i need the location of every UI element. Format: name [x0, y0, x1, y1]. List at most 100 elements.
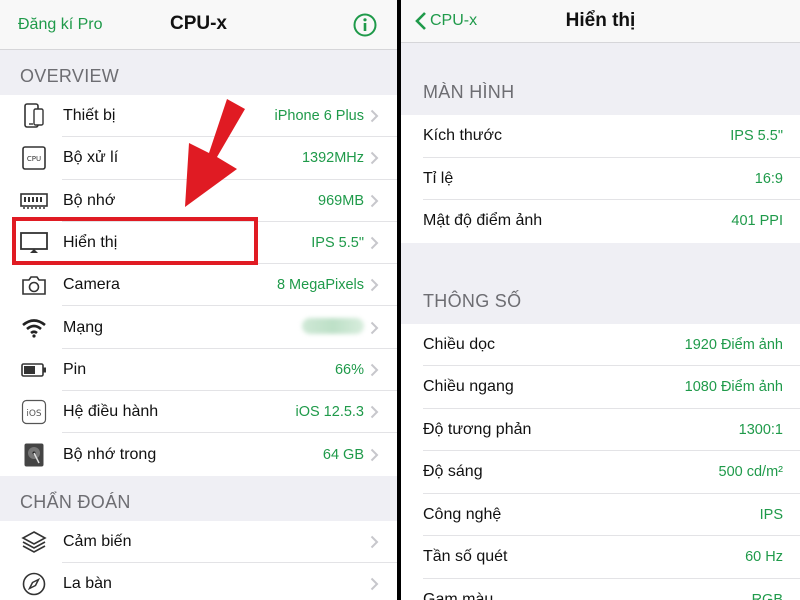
list-item-value: IPS 5.5" [730, 128, 783, 145]
display-icon [20, 229, 48, 257]
list-item-value-blurred [302, 317, 364, 338]
wifi-icon [20, 314, 48, 342]
list-item-label: Độ sáng [423, 463, 483, 481]
list-item-label: Bộ xử lí [63, 149, 119, 167]
camera-icon [20, 271, 48, 299]
list-item-camera[interactable]: Camera 8 MegaPixels [0, 264, 397, 307]
list-item-value: 1920 Điểm ảnh [684, 336, 783, 353]
list-item-ratio: Tỉ lệ 16:9 [401, 157, 800, 200]
layers-icon [20, 528, 48, 556]
battery-icon [20, 356, 48, 384]
list-item-label: Cảm biến [63, 532, 132, 550]
list-item-network[interactable]: Mạng [0, 306, 397, 350]
diagnostics-list: Cảm biến La bàn [0, 520, 397, 600]
list-item-value: 8 MegaPixels [276, 277, 364, 294]
chevron-right-icon [370, 448, 379, 461]
list-item-value: iPhone 6 Plus [274, 108, 364, 125]
page-title: CPU-x [169, 13, 227, 34]
list-item-label: Bộ nhớ trong [63, 445, 157, 463]
svg-text:iOS: iOS [26, 409, 42, 419]
list-item-value: 1080 Điểm ảnh [684, 379, 783, 396]
list-item-refresh-rate: Tần số quét 60 Hz [401, 536, 800, 579]
info-icon[interactable] [353, 13, 377, 37]
list-item-label: Công nghệ [423, 505, 502, 523]
list-item-label: Bộ nhớ [63, 191, 116, 209]
section-header-overview: OVERVIEW [0, 50, 397, 95]
list-item-size: Kích thước IPS 5.5" [401, 115, 800, 158]
overview-list: Thiết bị iPhone 6 Plus CPU Bộ xử lí 1392… [0, 95, 397, 476]
ios-icon: iOS [20, 398, 48, 426]
list-item-label: Tần số quét [423, 548, 508, 566]
screen-list: Kích thước IPS 5.5" Tỉ lệ 16:9 Mật độ đi… [401, 115, 800, 243]
list-item-label: Mạng [63, 318, 104, 336]
chevron-right-icon [370, 406, 379, 419]
memory-icon [20, 187, 48, 215]
list-item-label: Tỉ lệ [423, 169, 454, 187]
list-item-value: 60 Hz [745, 549, 783, 566]
chevron-right-icon [370, 535, 379, 549]
list-item-value: IPS [759, 506, 783, 523]
list-item-processor[interactable]: CPU Bộ xử lí 1392MHz [0, 137, 397, 180]
chevron-right-icon [370, 363, 379, 377]
list-item-height: Chiều dọc 1920 Điểm ảnh [401, 323, 800, 366]
list-item-sensors[interactable]: Cảm biến [0, 520, 397, 564]
list-item-value: 401 PPI [731, 213, 783, 230]
redacted-value [302, 317, 364, 334]
list-item-label: Độ tương phản [423, 420, 532, 438]
list-item-value: 969MB [318, 192, 364, 209]
list-item-value: 66% [334, 361, 364, 378]
list-item-value: 64 GB [322, 446, 364, 463]
chevron-right-icon [370, 152, 379, 165]
list-item-label: Pin [63, 360, 87, 378]
list-item-label: Chiều dọc [423, 335, 496, 353]
section-header-screen: MÀN HÌNH [401, 43, 800, 115]
list-item-pixel-density: Mật độ điểm ảnh 401 PPI [401, 200, 800, 243]
nav-bar: CPU-x Hiển thị [401, 0, 800, 43]
list-item-contrast: Độ tương phản 1300:1 [401, 408, 800, 451]
chevron-right-icon [370, 321, 379, 334]
list-item-value: RGB [751, 591, 783, 600]
disk-icon [20, 441, 48, 469]
list-item-label: Chiều ngang [423, 378, 514, 396]
chevron-right-icon [370, 577, 379, 591]
list-item-display[interactable]: Hiển thị IPS 5.5" [0, 221, 397, 265]
list-item-value: 16:9 [754, 170, 783, 187]
chevron-right-icon [370, 279, 379, 292]
specs-list: Chiều dọc 1920 Điểm ảnh Chiều ngang 1080… [401, 323, 800, 600]
list-item-brightness: Độ sáng 500 cd/m² [401, 451, 800, 494]
list-item-memory[interactable]: Bộ nhớ 969MB [0, 179, 397, 223]
nav-bar: Đăng kí Pro CPU-x [0, 0, 397, 50]
svg-text:CPU: CPU [27, 155, 41, 163]
section-header-diagnostics: CHẨN ĐOÁN [0, 475, 397, 521]
list-item-storage[interactable]: Bộ nhớ trong 64 GB [0, 433, 397, 476]
phone-icon [20, 102, 48, 130]
chevron-right-icon [370, 109, 379, 123]
list-item-compass[interactable]: La bàn [0, 562, 397, 600]
list-item-technology: Công nghệ IPS [401, 493, 800, 536]
list-item-battery[interactable]: Pin 66% [0, 348, 397, 392]
chevron-right-icon [370, 194, 379, 207]
cpux-overview-screen: Đăng kí Pro CPU-x OVERVIEW Thiết bị iPho… [0, 0, 397, 600]
list-item-os[interactable]: iOS Hệ điều hành iOS 12.5.3 [0, 391, 397, 434]
section-header-specs: THÔNG SỐ [401, 242, 800, 324]
list-item-device[interactable]: Thiết bị iPhone 6 Plus [0, 95, 397, 138]
list-item-label: Hệ điều hành [63, 403, 159, 421]
chevron-right-icon [370, 236, 379, 250]
list-item-label: Gam màu [423, 590, 494, 600]
list-item-value: IPS 5.5" [311, 235, 364, 252]
list-item-label: Mật độ điểm ảnh [423, 212, 543, 230]
list-item-label: Hiển thị [63, 234, 118, 252]
cpu-icon: CPU [20, 144, 48, 172]
display-detail-screen: CPU-x Hiển thị MÀN HÌNH Kích thước IPS 5… [401, 0, 800, 600]
compass-icon [20, 570, 48, 598]
list-item-label: Camera [63, 276, 120, 294]
list-item-label: Thiết bị [63, 107, 116, 125]
list-item-value: 1392MHz [301, 150, 364, 167]
list-item-value: 1300:1 [738, 421, 783, 438]
list-item-value: iOS 12.5.3 [295, 404, 364, 421]
list-item-value: 500 cd/m² [718, 464, 783, 481]
list-item-color-gamut: Gam màu RGB [401, 578, 800, 600]
list-item-width: Chiều ngang 1080 Điểm ảnh [401, 366, 800, 409]
list-item-label: Kích thước [423, 127, 503, 145]
list-item-label: La bàn [63, 575, 112, 593]
